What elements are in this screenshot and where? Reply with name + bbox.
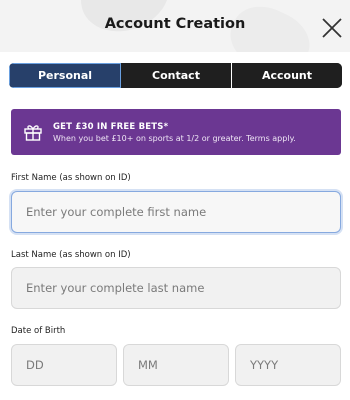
last-name-label: Last Name (as shown on ID): [11, 250, 131, 260]
date-of-birth-label: Date of Birth: [11, 326, 66, 336]
first-name-input[interactable]: [11, 191, 341, 233]
first-name-label: First Name (as shown on ID): [11, 173, 131, 183]
tab-contact[interactable]: Contact: [121, 63, 232, 88]
modal-header: Account Creation: [0, 0, 350, 52]
tab-account[interactable]: Account: [232, 63, 342, 88]
promo-banner: GET £30 IN FREE BETS* When you bet £10+ …: [11, 109, 341, 155]
close-icon[interactable]: [320, 16, 344, 40]
tab-personal[interactable]: Personal: [9, 63, 121, 88]
promo-heading: GET £30 IN FREE BETS*: [53, 121, 169, 132]
dob-year-input[interactable]: [235, 344, 341, 386]
gift-icon: [24, 125, 42, 141]
step-tabs: Personal Contact Account: [9, 63, 342, 88]
page-title: Account Creation: [104, 16, 246, 32]
last-name-input[interactable]: [11, 267, 341, 309]
promo-subtext: When you bet £10+ on sports at 1/2 or gr…: [53, 133, 296, 143]
dob-month-input[interactable]: [123, 344, 229, 386]
dob-day-input[interactable]: [11, 344, 117, 386]
